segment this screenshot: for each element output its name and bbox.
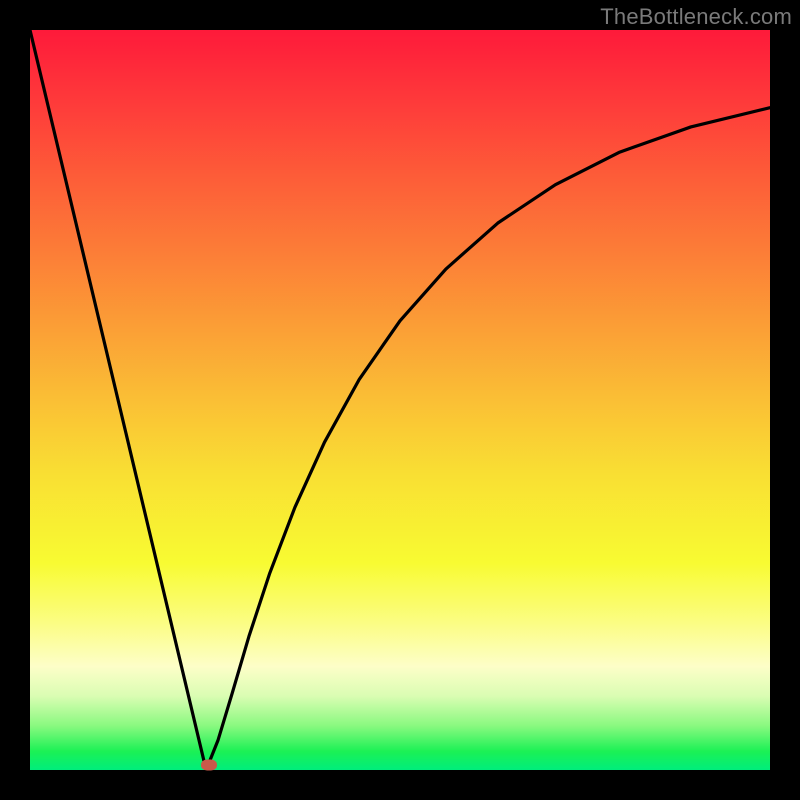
watermark-text: TheBottleneck.com (600, 4, 792, 30)
chart-frame: TheBottleneck.com (0, 0, 800, 800)
curve-svg (30, 30, 770, 770)
optimum-marker (201, 759, 217, 770)
plot-area (30, 30, 770, 770)
bottleneck-curve (30, 30, 770, 770)
